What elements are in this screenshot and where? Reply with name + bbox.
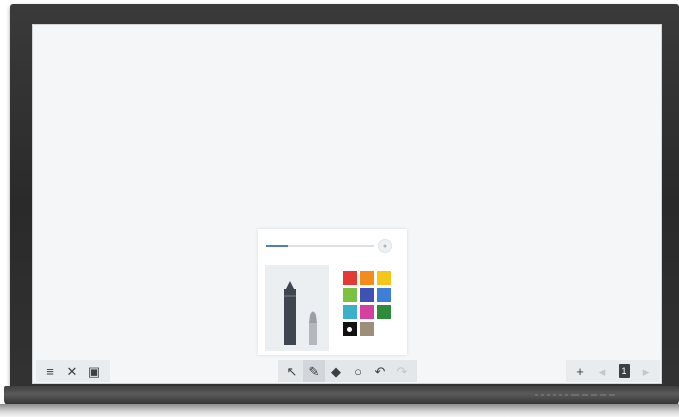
pen-settings-panel: ●	[258, 229, 407, 355]
eraser-icon[interactable]: ◆	[325, 360, 347, 382]
color-swatch[interactable]	[343, 322, 357, 336]
color-swatch[interactable]	[343, 271, 357, 285]
color-swatch[interactable]	[343, 288, 357, 302]
color-swatch[interactable]	[377, 271, 391, 285]
thickness-preview-dot[interactable]: ●	[378, 239, 392, 253]
display-shadow	[0, 404, 679, 417]
add-page-icon[interactable]: +	[569, 360, 591, 382]
color-swatch[interactable]	[360, 288, 374, 302]
circle-shape-icon[interactable]: ○	[347, 360, 369, 382]
select-arrow-icon[interactable]: ↖	[281, 360, 303, 382]
color-swatch-grid	[343, 271, 395, 336]
page-number: 1	[618, 364, 630, 378]
pen-type-icons	[284, 281, 317, 346]
status-indicator-dots	[535, 392, 630, 398]
color-swatch[interactable]	[360, 305, 374, 319]
redo-icon[interactable]: ↷	[391, 360, 413, 382]
color-swatch[interactable]	[343, 305, 357, 319]
thickness-slider[interactable]	[266, 245, 374, 247]
left-toolbar: ≡ ✕ ▣	[36, 360, 110, 382]
marker-pen-icon[interactable]	[284, 281, 296, 345]
undo-icon[interactable]: ↶	[369, 360, 391, 382]
menu-icon[interactable]: ≡	[39, 360, 61, 382]
close-icon[interactable]: ✕	[61, 360, 83, 382]
previous-page-icon[interactable]: ◂	[591, 360, 613, 382]
color-swatch[interactable]	[360, 322, 374, 336]
pen-type-selector	[265, 265, 329, 351]
color-palette	[335, 265, 399, 351]
pen-icon[interactable]: ✎	[303, 360, 325, 382]
page-indicator-icon[interactable]: 1	[613, 360, 635, 382]
page-toolbar: + ◂ 1 ▸	[566, 360, 660, 382]
whiteboard-canvas[interactable]: ● ≡ ✕ ▣ ↖ ✎ ◆ ○ ↶ ↷ + ◂ 1 ▸	[32, 24, 662, 384]
next-page-icon[interactable]: ▸	[635, 360, 657, 382]
drawing-toolbar: ↖ ✎ ◆ ○ ↶ ↷	[278, 360, 417, 382]
color-swatch[interactable]	[377, 288, 391, 302]
selected-color-indicator	[347, 327, 352, 332]
color-swatch[interactable]	[377, 305, 391, 319]
color-swatch[interactable]	[360, 271, 374, 285]
image-icon[interactable]: ▣	[83, 360, 105, 382]
brush-pen-icon[interactable]	[309, 311, 317, 346]
thickness-slider-fill	[266, 245, 288, 247]
